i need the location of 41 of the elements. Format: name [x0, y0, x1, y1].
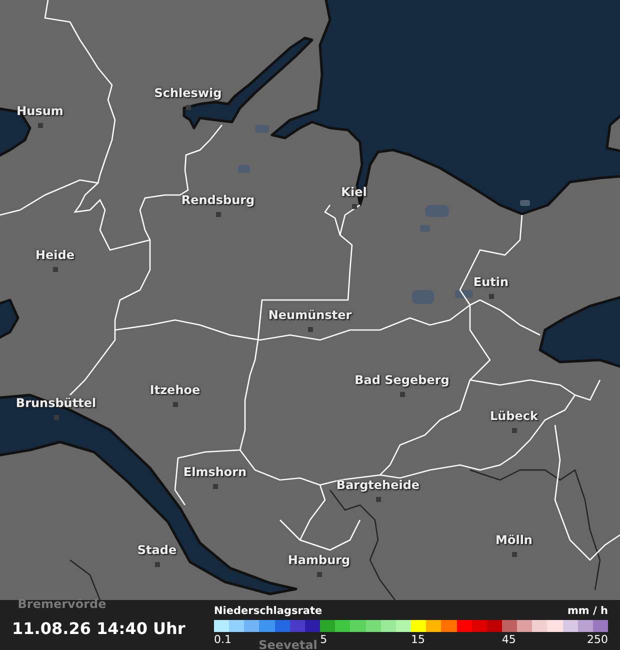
city-marker	[54, 415, 59, 420]
city-marker	[216, 212, 221, 217]
city-marker	[186, 105, 191, 110]
city-label: Bargteheide	[336, 478, 420, 492]
city-marker	[213, 484, 218, 489]
scale-tick-label: 5	[320, 632, 328, 646]
city-label: Neumünster	[268, 308, 352, 322]
city-marker	[317, 572, 322, 577]
city-label: Bad Segeberg	[354, 373, 450, 387]
city-marker	[512, 428, 517, 433]
city-label: Itzehoe	[150, 383, 200, 397]
city-label: Hamburg	[288, 553, 350, 567]
city-label: Schleswig	[154, 86, 222, 100]
legend-title: Niederschlagsrate	[214, 604, 322, 616]
city-marker	[308, 327, 313, 332]
city-marker	[53, 267, 58, 272]
city-label: Mölln	[496, 533, 532, 547]
city-label: Bremervörde	[18, 597, 106, 611]
city-label: Husum	[16, 104, 64, 118]
city-marker	[352, 204, 357, 209]
city-label: Rendsburg	[181, 193, 255, 207]
city-marker	[173, 402, 178, 407]
city-marker	[400, 392, 405, 397]
city-label: Elmshorn	[183, 465, 247, 479]
city-label: Lübeck	[490, 409, 538, 423]
city-label: Eutin	[473, 275, 509, 289]
city-label: Seevetal	[258, 638, 318, 650]
city-label: Stade	[137, 543, 177, 557]
city-marker	[489, 294, 494, 299]
city-marker	[376, 497, 381, 502]
scale-tick-label: 250	[587, 632, 608, 646]
scale-tick-label: 45	[502, 632, 516, 646]
timestamp: 11.08.26 14:40 Uhr	[12, 618, 186, 638]
unit-label: mm / h	[567, 604, 608, 616]
scale-tick-label: 0.1	[214, 632, 232, 646]
scale-tick-label: 15	[411, 632, 425, 646]
city-marker	[155, 562, 160, 567]
city-marker	[38, 123, 43, 128]
city-label: Heide	[35, 248, 75, 262]
city-label: Brunsbüttel	[16, 396, 96, 410]
city-marker	[512, 552, 517, 557]
